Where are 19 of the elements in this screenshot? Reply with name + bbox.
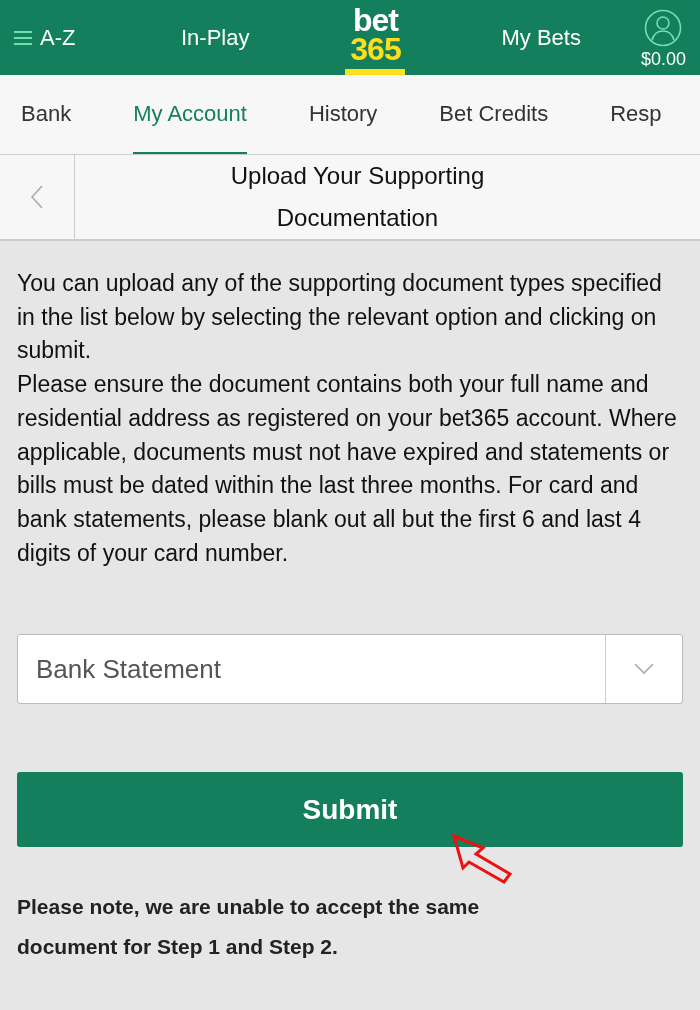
account-tab[interactable]: Resp bbox=[610, 75, 662, 154]
note-text: Please note, we are unable to accept the same document for Step 1 and Step 2. bbox=[17, 894, 481, 961]
account-tab[interactable]: History bbox=[308, 75, 378, 154]
a-z-menu-button[interactable]: A-Z bbox=[14, 24, 164, 51]
my-bets-link[interactable]: My Bets bbox=[501, 24, 581, 51]
account-icon[interactable] bbox=[644, 9, 683, 47]
in-play-link[interactable]: In-Play bbox=[181, 24, 250, 51]
back-chevron-icon bbox=[31, 185, 43, 209]
pointer-arrow-icon bbox=[452, 834, 514, 885]
account-tab[interactable]: Bet Credits bbox=[439, 75, 549, 154]
submit-button[interactable]: Submit bbox=[17, 772, 683, 848]
instruction-text: Please ensure the document contains both your full name and residential address as registered on your bet365 account. Where applicable, documents must not have expired and statements or bills must be dated within the last three months. For card and bank statements, please blank out all but the first 6 and last 4 digits of your card number. bbox=[17, 370, 678, 568]
page-title: Upload Your Supporting Documentation bbox=[229, 161, 486, 233]
menu-icon bbox=[14, 29, 32, 46]
document-type-dropdown[interactable]: Bank Statement bbox=[17, 634, 683, 705]
instruction-text: You can upload any of the supporting document types specified in the list below by selecting the relevant option and clicking on submit. bbox=[17, 269, 663, 366]
balance-amount: $0.00 bbox=[640, 49, 686, 70]
account-tab[interactable]: Bank bbox=[21, 75, 72, 154]
chevron-down-icon bbox=[634, 663, 654, 676]
